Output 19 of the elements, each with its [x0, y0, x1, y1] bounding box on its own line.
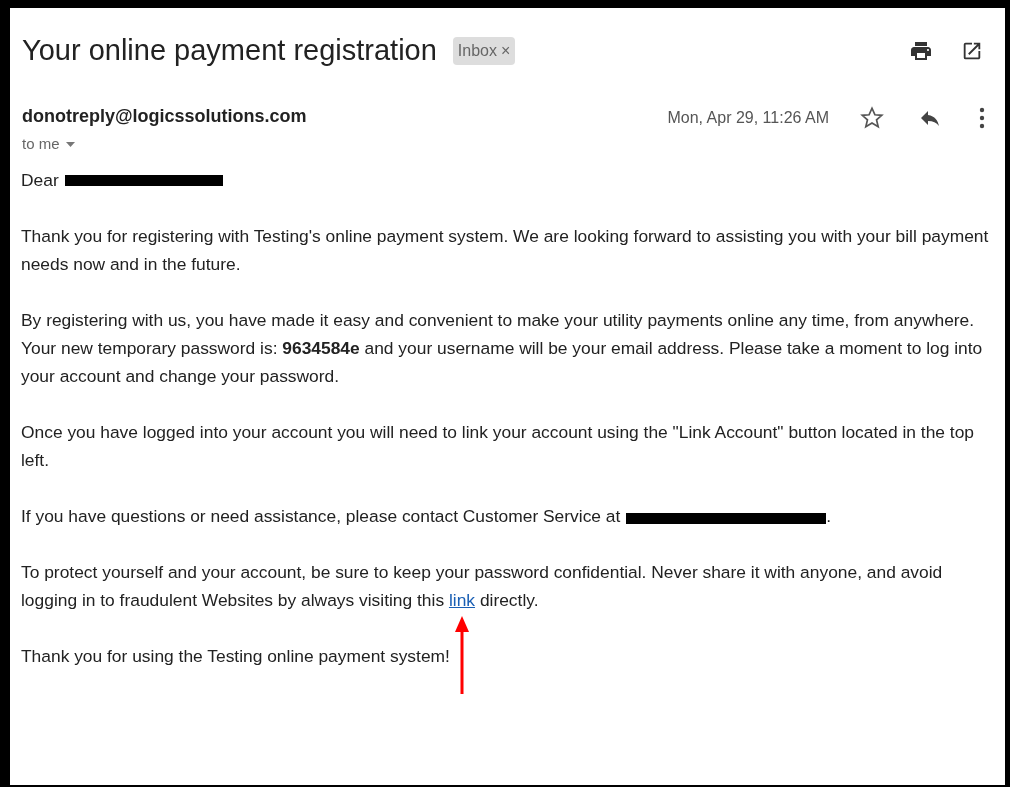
body-text: Thank you for registering with Testing's online payment system. We are looking forward to assisting you with your bill payment needs now and in the future.: [21, 224, 990, 276]
body-text: Thank you for using the Testing online payment system!: [21, 644, 451, 668]
caret-icon: [65, 141, 75, 147]
period-text: .: [826, 504, 832, 528]
body-text: By registering with us, you have made it easy and convenient to make your utility payments online any time, from anywhere.: [21, 308, 976, 332]
body-text: To protect yourself and your account, be sure to keep your password confidential. Never share it with anyone, and avoid logging in to fraudulent Websites by always visiting this link directly.: [21, 557, 995, 614]
star-icon[interactable]: [859, 105, 885, 131]
body-text: Your new temporary password is: 9634584e and your username will be your email address. Please take a moment to log into your account and change your password.: [21, 336, 984, 388]
sender-address: donotreply@logicssolutions.com: [22, 105, 307, 128]
body-text: Once you have logged into your account you will need to link your account using the "Link Account" button located in the top left.: [21, 420, 976, 472]
remove-label-button[interactable]: ×: [501, 38, 511, 63]
link[interactable]: link: [448, 589, 476, 610]
label-chip: Inbox ×: [452, 36, 516, 65]
email-subject: Your online payment registration: [22, 36, 437, 65]
body-text: If you have questions or need assistance, please contact Customer Service at: [21, 504, 621, 528]
greeting-text: Dear: [21, 168, 59, 192]
email-date: Mon, Apr 29, 11:26 AM: [667, 108, 829, 128]
recipient-dropdown[interactable]: to me: [22, 133, 307, 156]
more-options-icon[interactable]: [979, 107, 985, 129]
